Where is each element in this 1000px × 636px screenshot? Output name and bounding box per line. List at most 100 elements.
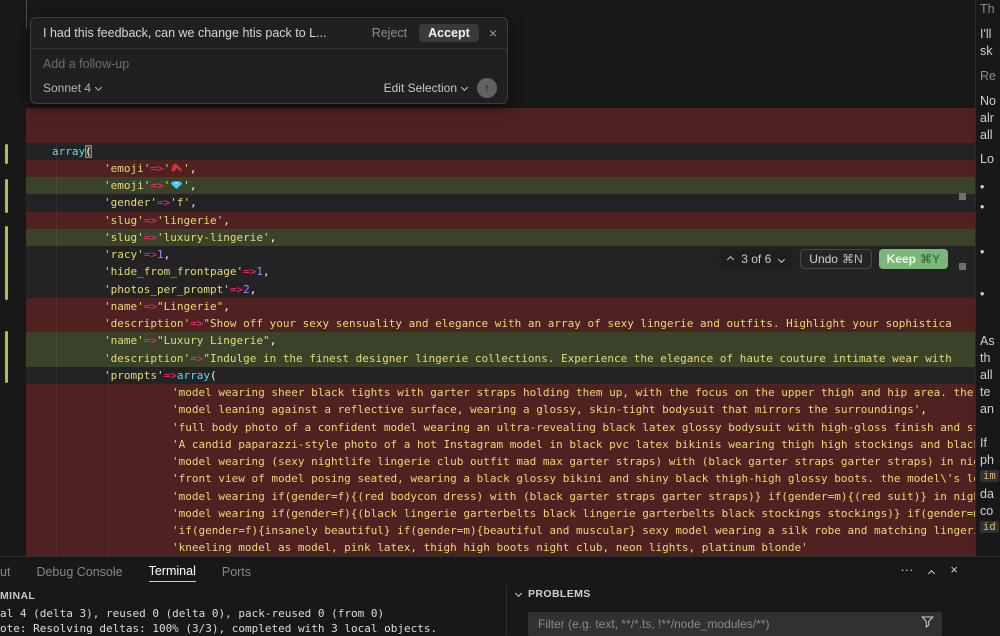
followup-input[interactable]: Add a follow-up: [31, 49, 507, 71]
code-token: =>: [143, 299, 157, 313]
reject-button[interactable]: Reject: [372, 26, 407, 40]
code-line[interactable]: 'full body photo of a confident model we…: [26, 418, 975, 437]
code-line[interactable]: 'model wearing if(gender=f){(red bodycon…: [26, 487, 975, 506]
code-line[interactable]: 'name'=>"Luxury Lingerie",: [26, 332, 975, 351]
code-token: =>: [150, 161, 164, 175]
code-line[interactable]: [26, 108, 975, 126]
filter-icon[interactable]: [921, 615, 934, 633]
chat-text-line: As: [980, 334, 995, 348]
chat-text-line: sk: [980, 44, 993, 58]
keep-button[interactable]: Keep ⌘Y: [878, 249, 948, 269]
code-token: "Show off your sexy sensuality and elega…: [203, 317, 952, 330]
chevron-down-icon[interactable]: [778, 255, 786, 263]
code-line[interactable]: array(: [26, 142, 975, 161]
chat-text-line: •: [980, 200, 985, 214]
terminal-output-line: ote: Resolving deltas: 100% (3/3), compl…: [0, 621, 438, 635]
chevron-down-icon: [95, 83, 103, 92]
code-token: ,: [269, 230, 277, 244]
code-line[interactable]: 'A candid paparazzi-style photo of a hot…: [26, 435, 975, 454]
code-token: ,: [163, 248, 171, 261]
code-line[interactable]: 'description'=>"Indulge in the finest de…: [26, 349, 975, 368]
code-token: 'f': [170, 196, 191, 210]
code-token: 'model wearing if(gender=f){(black linge…: [172, 506, 975, 520]
chat-text-line: Re: [980, 69, 996, 83]
accept-button[interactable]: Accept: [419, 24, 479, 42]
code-line[interactable]: 'name'=>"Lingerie",: [26, 297, 975, 316]
code-line[interactable]: [26, 125, 975, 144]
chat-text-line: all: [980, 128, 993, 142]
chat-text-line: te: [980, 385, 991, 399]
chat-inline-code: id: [980, 521, 999, 533]
code-token: ,: [223, 213, 230, 227]
code-line[interactable]: 'slug'=>'luxury-lingerie',: [26, 228, 975, 247]
mode-selector[interactable]: Edit Selection: [384, 81, 469, 95]
chat-text-line: da: [980, 487, 994, 501]
code-token: "Luxury Lingerie": [157, 334, 270, 348]
send-button[interactable]: ↑: [477, 78, 497, 98]
panel-divider[interactable]: [975, 0, 976, 556]
scrollbar-thumb[interactable]: [959, 263, 966, 270]
chat-text-line: ph: [980, 453, 994, 467]
inline-chat-dialog: I had this feedback, can we change htis …: [30, 17, 508, 104]
code-line[interactable]: 'emoji'=>' ',: [26, 177, 975, 195]
code-token: =>: [243, 265, 257, 279]
close-icon[interactable]: ×: [489, 25, 497, 41]
chat-text-line: I'll: [980, 27, 992, 41]
code-line[interactable]: 'front view of model posing seated, wear…: [26, 470, 975, 489]
code-token: 'lingerie': [157, 213, 224, 227]
code-line[interactable]: 'emoji'=>' ',: [26, 159, 975, 178]
code-line[interactable]: 'if(gender=f){insanely beautiful} if(gen…: [26, 522, 975, 540]
chevron-up-icon[interactable]: [727, 255, 735, 263]
code-token: (: [85, 144, 92, 158]
gutter-change-bar: [5, 144, 8, 164]
scrollbar-thumb[interactable]: [959, 193, 966, 200]
code-token: =>: [143, 213, 157, 227]
more-actions-icon[interactable]: ···: [900, 562, 913, 577]
code-line[interactable]: 'gender'=>'f',: [26, 194, 975, 213]
code-token: (: [209, 368, 217, 382]
code-token: 'model wearing sheer black tights with g…: [172, 386, 975, 399]
chat-text-line: No: [980, 94, 996, 108]
code-token: ,: [190, 196, 197, 210]
panel-tab-bar: ut Debug Console Terminal Ports: [0, 558, 1000, 584]
keep-shortcut: ⌘Y: [919, 252, 940, 266]
panel-tab-debug-console[interactable]: Debug Console: [36, 561, 122, 582]
indent-guide: [56, 142, 57, 556]
inline-chat-footer: Sonnet 4 Edit Selection ↑: [31, 71, 507, 98]
close-panel-icon[interactable]: ×: [950, 562, 958, 577]
code-token: 'full body photo of a confident model we…: [172, 420, 975, 434]
code-line[interactable]: 'slug'=>'lingerie',: [26, 211, 975, 230]
code-line[interactable]: 'photos_per_prompt'=>2,: [26, 280, 975, 299]
code-token: 'emoji': [104, 161, 151, 175]
code-token: 'front view of model posing seated, wear…: [172, 472, 975, 486]
code-token: 'description': [104, 351, 191, 365]
chevron-up-icon[interactable]: [928, 562, 936, 578]
code-line[interactable]: 'description'=>"Show off your sexy sensu…: [26, 315, 975, 333]
code-line[interactable]: 'kneeling model as model, pink latex, th…: [26, 539, 975, 556]
code-token: ': [163, 179, 171, 192]
code-line[interactable]: 'model wearing sheer black tights with g…: [26, 384, 975, 402]
terminal-output-line: al 4 (delta 3), reused 0 (delta 0), pack…: [0, 607, 385, 620]
problems-filter: [528, 612, 942, 636]
code-token: 'A candid paparazzi-style photo of a hot…: [172, 437, 975, 451]
code-token: 1: [256, 265, 263, 279]
code-token: 'name': [104, 334, 144, 348]
code-token: 'gender': [104, 196, 157, 210]
model-selector[interactable]: Sonnet 4: [43, 81, 103, 95]
panel-tab-ut[interactable]: ut: [0, 561, 10, 582]
problems-section-header[interactable]: PROBLEMS: [514, 588, 591, 600]
code-line[interactable]: 'model wearing if(gender=f){(black linge…: [26, 504, 975, 523]
panel-tab-ports[interactable]: Ports: [222, 561, 251, 582]
code-token: 'luxury-lingerie': [157, 230, 270, 244]
code-token: ': [183, 161, 190, 175]
undo-shortcut: ⌘N: [841, 252, 863, 266]
code-token: ,: [262, 265, 270, 279]
code-line[interactable]: 'model wearing (sexy nightlife lingerie …: [26, 453, 975, 471]
code-line[interactable]: 'prompts'=>array(: [26, 366, 975, 385]
code-line[interactable]: 'model leaning against a reflective surf…: [26, 401, 975, 420]
problems-filter-input[interactable]: [536, 616, 913, 632]
panel-tab-terminal[interactable]: Terminal: [148, 560, 196, 582]
chat-text-line: •: [980, 245, 985, 259]
undo-button[interactable]: Undo ⌘N: [800, 249, 872, 269]
code-token: =>: [156, 196, 171, 210]
